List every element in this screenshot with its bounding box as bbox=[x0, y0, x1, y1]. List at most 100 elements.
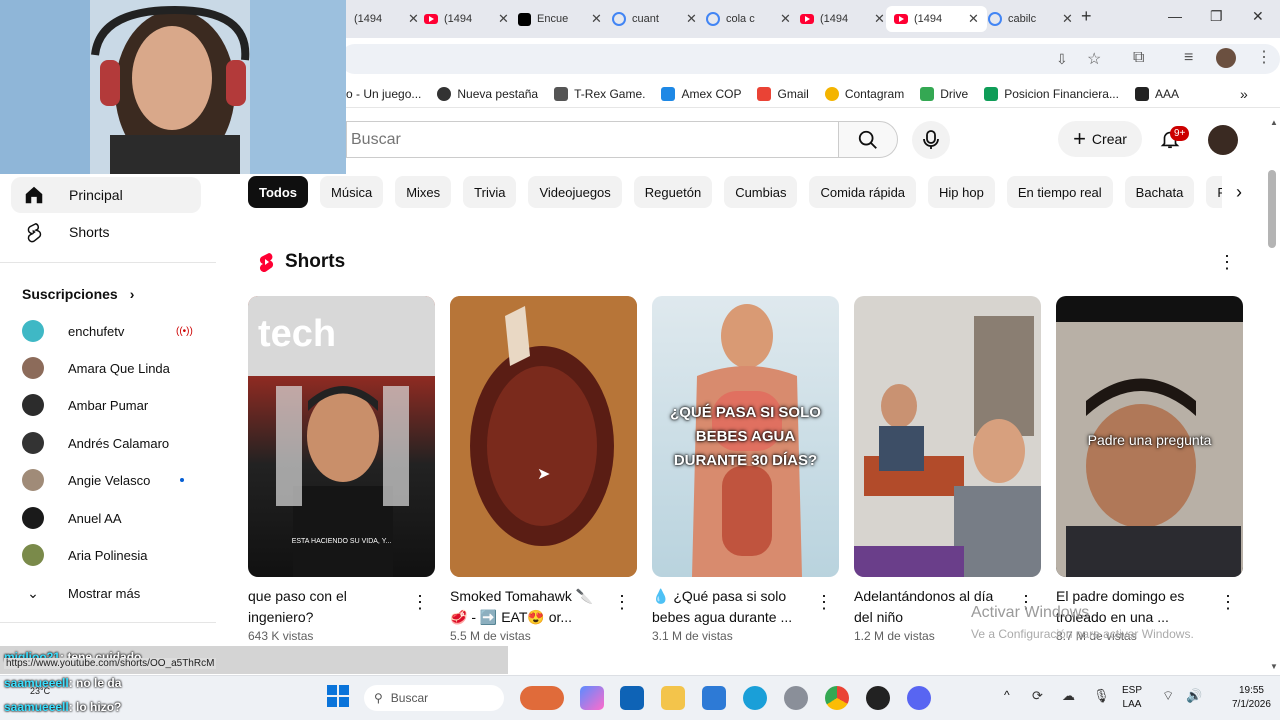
bookmark[interactable]: Contagram bbox=[824, 86, 904, 101]
volume-icon[interactable]: 🔊 bbox=[1186, 688, 1202, 704]
copilot-icon[interactable] bbox=[580, 686, 604, 710]
media-control-icon[interactable]: ≡ bbox=[1184, 49, 1193, 67]
short-card[interactable]: Adelantándonos al día del niño 1.2 M de … bbox=[854, 296, 1041, 643]
chip[interactable]: Videojuegos bbox=[528, 176, 622, 208]
more-bookmarks-icon[interactable]: » bbox=[1240, 86, 1248, 102]
close-tab-icon[interactable]: ✕ bbox=[968, 11, 979, 27]
chip[interactable]: Bachata bbox=[1124, 176, 1195, 208]
browser-tab[interactable]: (1494 ✕ bbox=[792, 6, 893, 32]
close-tab-icon[interactable]: ✕ bbox=[686, 11, 697, 27]
edge-icon[interactable] bbox=[743, 686, 767, 710]
clock[interactable]: 19:55 7/1/2026 bbox=[1232, 684, 1271, 712]
sidebar-item-subscription[interactable]: Aria Polinesia bbox=[22, 537, 202, 573]
short-card[interactable]: ➤ Smoked Tomahawk 🔪🥩 - ➡️ EAT😍 or... 5.5… bbox=[450, 296, 637, 643]
microphone-tray-icon[interactable]: 🎙 bbox=[1093, 688, 1110, 704]
bookmark[interactable]: Nueva pestaña bbox=[437, 86, 538, 101]
short-thumbnail[interactable]: Padre una pregunta bbox=[1056, 296, 1243, 577]
star-icon[interactable]: ☆ bbox=[1087, 49, 1101, 69]
bookmark[interactable]: Amex COP bbox=[661, 86, 741, 101]
obs-icon[interactable] bbox=[866, 686, 890, 710]
close-tab-icon[interactable]: ✕ bbox=[780, 11, 791, 27]
browser-tab[interactable]: (1494 ✕ bbox=[416, 6, 517, 32]
browser-tab[interactable]: (1494 ✕ bbox=[346, 6, 427, 32]
chip[interactable]: Hip hop bbox=[928, 176, 995, 208]
section-more-icon[interactable]: ⋮ bbox=[1218, 252, 1236, 273]
chip[interactable]: Reguetón bbox=[633, 176, 713, 208]
search-input[interactable] bbox=[347, 122, 838, 157]
browser-tab[interactable]: cuant ✕ bbox=[604, 6, 705, 32]
menu-icon[interactable]: ⋮ bbox=[1256, 47, 1272, 67]
short-menu-icon[interactable]: ⋮ bbox=[1219, 592, 1237, 613]
bookmark[interactable]: T-Rex Game. bbox=[554, 86, 645, 101]
file-explorer-icon[interactable] bbox=[661, 686, 685, 710]
short-thumbnail[interactable] bbox=[854, 296, 1041, 577]
create-button[interactable]: + Crear bbox=[1058, 121, 1142, 157]
sidebar-item-principal[interactable]: Principal bbox=[11, 177, 201, 213]
scroll-down-icon[interactable]: ▼ bbox=[1270, 662, 1278, 671]
extensions-icon[interactable]: ⧉ bbox=[1133, 49, 1144, 67]
discord-icon[interactable] bbox=[907, 686, 931, 710]
browser-tab[interactable]: cabilc ✕ bbox=[980, 6, 1081, 32]
chip[interactable]: Trivia bbox=[463, 176, 517, 208]
chip[interactable]: Comida rápida bbox=[809, 176, 917, 208]
chips-next-button[interactable]: › bbox=[1222, 176, 1256, 208]
short-card[interactable]: ¿QUÉ PASA SI SOLO BEBES AGUA DURANTE 30 … bbox=[652, 296, 839, 643]
scrollbar-thumb[interactable] bbox=[1268, 170, 1276, 248]
widget-icon[interactable] bbox=[520, 686, 564, 710]
sync-icon[interactable]: ⟳ bbox=[1032, 688, 1043, 704]
bookmark[interactable]: AAA bbox=[1134, 86, 1179, 101]
chrome-icon[interactable] bbox=[825, 686, 849, 710]
scroll-up-icon[interactable]: ▲ bbox=[1270, 118, 1278, 127]
chat-link[interactable]: https://www.youtube.com/shorts/OO_a5ThRc… bbox=[4, 658, 217, 669]
search-box[interactable] bbox=[346, 121, 838, 158]
voice-search-button[interactable] bbox=[912, 121, 950, 159]
short-card[interactable]: tech ESTA HACIENDO SU VIDA, Y... que pas… bbox=[248, 296, 435, 643]
chip[interactable]: En tiempo real bbox=[1006, 176, 1113, 208]
sidebar-item-subscription[interactable]: Andrés Calamaro bbox=[22, 425, 202, 461]
show-more-button[interactable]: ⌄ Mostrar más bbox=[22, 575, 202, 611]
settings-icon[interactable] bbox=[784, 686, 808, 710]
new-tab-icon[interactable]: + bbox=[1081, 6, 1092, 27]
sidebar-item-subscription[interactable]: Anuel AA bbox=[22, 500, 202, 536]
close-tab-icon[interactable]: ✕ bbox=[1062, 11, 1073, 27]
outlook-icon[interactable] bbox=[620, 686, 644, 710]
sidebar-item-subscription[interactable]: Amara Que Linda bbox=[22, 350, 202, 386]
bookmark[interactable]: o - Un juego... bbox=[346, 87, 421, 101]
bookmark[interactable]: Gmail bbox=[757, 86, 809, 101]
short-title[interactable]: 💧 ¿Qué pasa si solo bebes agua durante .… bbox=[652, 586, 812, 628]
chip[interactable]: Mixes bbox=[395, 176, 452, 208]
bookmark[interactable]: Posicion Financiera... bbox=[984, 86, 1119, 101]
short-thumbnail[interactable]: ➤ bbox=[450, 296, 637, 577]
short-menu-icon[interactable]: ⋮ bbox=[411, 592, 429, 613]
short-title[interactable]: Smoked Tomahawk 🔪🥩 - ➡️ EAT😍 or... bbox=[450, 586, 610, 628]
install-app-icon[interactable]: ⇩ bbox=[1056, 51, 1068, 68]
short-card[interactable]: Padre una pregunta El padre domingo es t… bbox=[1056, 296, 1243, 643]
sidebar-item-subscription[interactable]: Angie Velasco bbox=[22, 462, 202, 498]
profile-avatar[interactable] bbox=[1216, 48, 1236, 68]
short-menu-icon[interactable]: ⋮ bbox=[815, 592, 833, 613]
sidebar-item-shorts[interactable]: Shorts bbox=[11, 214, 201, 250]
search-button[interactable] bbox=[838, 121, 898, 158]
account-avatar[interactable] bbox=[1208, 125, 1238, 155]
sidebar-item-subscription[interactable]: enchufetv ((•)) bbox=[22, 313, 202, 349]
short-thumbnail[interactable]: tech ESTA HACIENDO SU VIDA, Y... bbox=[248, 296, 435, 577]
chip[interactable]: Cumbias bbox=[724, 176, 798, 208]
close-tab-icon[interactable]: ✕ bbox=[874, 11, 885, 27]
wifi-icon[interactable]: ⌔ bbox=[1162, 688, 1174, 704]
browser-tab[interactable]: Encue ✕ bbox=[510, 6, 610, 32]
close-window-icon[interactable]: ✕ bbox=[1252, 8, 1264, 25]
input-language[interactable]: ESP LAA bbox=[1122, 684, 1142, 712]
bookmark[interactable]: Drive bbox=[920, 86, 968, 101]
close-tab-icon[interactable]: ✕ bbox=[591, 11, 602, 27]
chip[interactable]: Todos bbox=[248, 176, 309, 208]
chip[interactable]: Música bbox=[320, 176, 384, 208]
subscriptions-header[interactable]: Suscripciones › bbox=[22, 276, 202, 312]
browser-tab[interactable]: cola c ✕ bbox=[698, 6, 799, 32]
store-icon[interactable] bbox=[702, 686, 726, 710]
sidebar-item-subscription[interactable]: Ambar Pumar bbox=[22, 387, 202, 423]
short-title[interactable]: que paso con el ingeniero? bbox=[248, 586, 408, 628]
minimize-icon[interactable]: — bbox=[1168, 8, 1182, 24]
browser-tab-active[interactable]: (1494 ✕ bbox=[886, 6, 987, 32]
tray-overflow-icon[interactable]: ^ bbox=[1004, 688, 1010, 702]
cloud-icon[interactable]: ☁ bbox=[1062, 688, 1075, 704]
